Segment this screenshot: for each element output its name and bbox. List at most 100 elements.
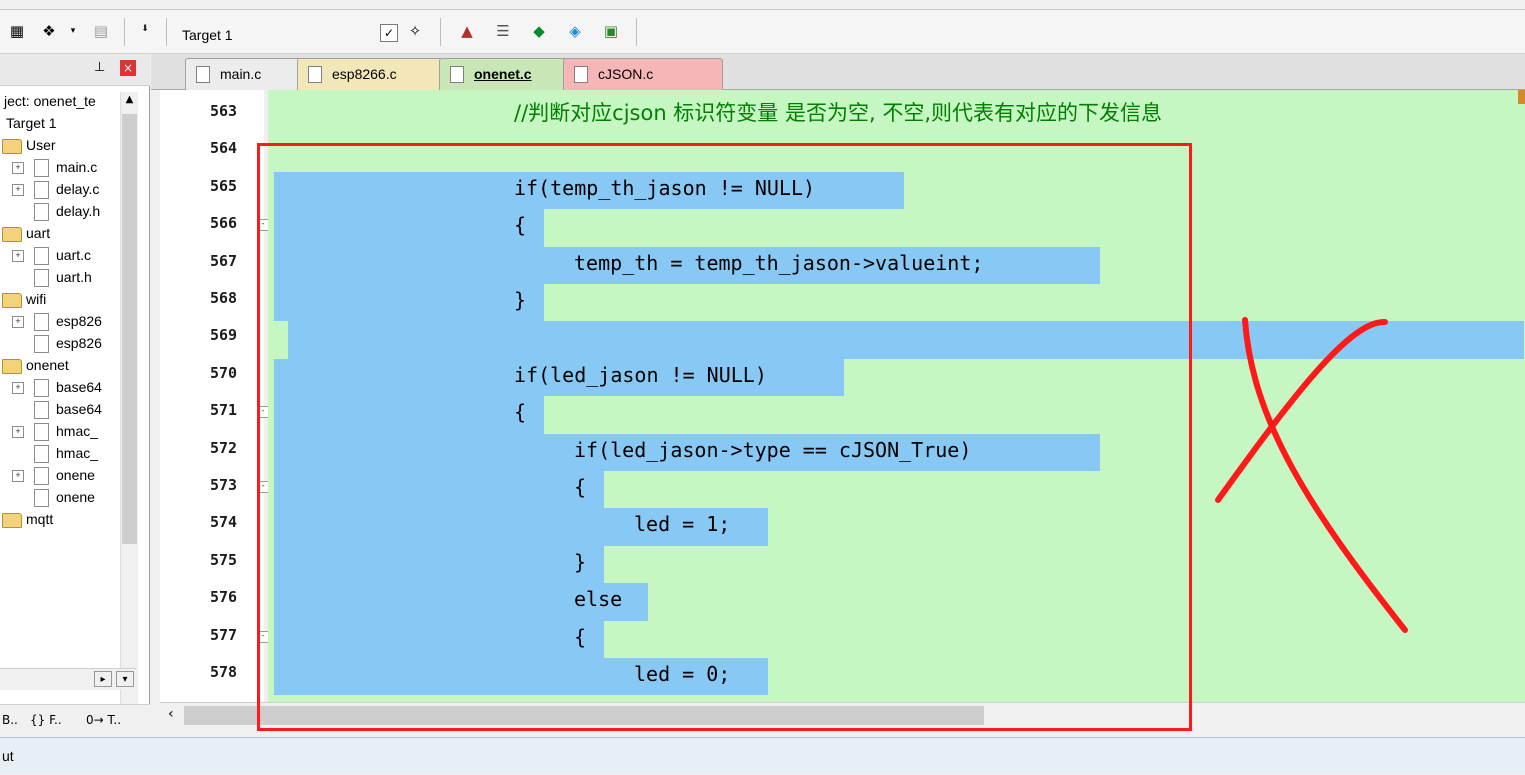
- line-number: 564: [210, 139, 238, 158]
- tree-item-label: delay.c: [56, 181, 100, 197]
- output-bar: ut: [0, 737, 1525, 774]
- file-icon: [34, 379, 49, 397]
- expand-icon[interactable]: +: [12, 382, 24, 394]
- tree-item-label: mqtt: [26, 511, 54, 527]
- editor-left-margin: [150, 90, 171, 702]
- books-icon[interactable]: ▣: [600, 20, 622, 42]
- components-icon[interactable]: ▲: [456, 20, 478, 42]
- line-number: 566: [210, 214, 238, 233]
- line-number: 576: [210, 588, 238, 607]
- line-number: 572: [210, 438, 238, 457]
- tab-label: esp8266.c: [332, 66, 397, 82]
- tree-item-label: main.c: [56, 159, 98, 175]
- file-icon: [574, 66, 588, 83]
- books-tab[interactable]: B..: [2, 713, 18, 727]
- toolbar-separator: [166, 18, 167, 46]
- editor-tab-bar: main.c esp8266.c onenet.c cJSON.c: [151, 54, 1525, 91]
- expand-icon[interactable]: +: [12, 250, 24, 262]
- scroll-down-icon[interactable]: ▾: [116, 671, 134, 687]
- tab-cjson-c[interactable]: cJSON.c: [563, 58, 723, 90]
- pack-icon[interactable]: ◈: [564, 20, 586, 42]
- file-icon: [34, 181, 49, 199]
- folder-icon: [2, 227, 22, 242]
- tree-item-label: wifi: [26, 291, 47, 307]
- tree-item-label: base64: [56, 379, 102, 395]
- tree-item-label: User: [26, 137, 56, 153]
- target-dropdown-icon[interactable]: ✓: [380, 24, 398, 42]
- scroll-up-icon[interactable]: ▲: [123, 94, 136, 108]
- file-icon: [34, 247, 49, 265]
- line-number: 565: [210, 176, 238, 195]
- templates-tab[interactable]: 0→ T..: [86, 713, 121, 727]
- expand-icon[interactable]: +: [12, 316, 24, 328]
- tree-item-label: base64: [56, 401, 102, 417]
- tree-item-label: esp826: [56, 335, 102, 351]
- file-icon: [34, 401, 49, 419]
- file-icon: [308, 66, 322, 83]
- file-icon: [34, 203, 49, 221]
- tree-item-label: hmac_: [56, 423, 99, 439]
- project-panel-header: ⊥ ×: [0, 54, 150, 86]
- build-icon[interactable]: ▦: [6, 20, 28, 42]
- expand-icon[interactable]: +: [12, 184, 24, 196]
- editor-marker: [1518, 90, 1525, 104]
- file-icon: [34, 269, 49, 287]
- tree-item-label: esp826: [56, 313, 102, 329]
- dropdown-arrow-icon[interactable]: ▾: [62, 20, 84, 42]
- tree-item-label: uart.c: [56, 247, 92, 263]
- toolbar-separator: [440, 18, 441, 46]
- file-icon: [196, 66, 210, 83]
- project-panel: ⊥ × ject: onenet_te Target 1 User + main.c + d…: [0, 54, 150, 736]
- folder-icon: [2, 513, 22, 528]
- expand-icon[interactable]: +: [12, 426, 24, 438]
- tab-label: cJSON.c: [598, 66, 654, 82]
- panel-bottom-tabs: B.. {} F.. 0→ T..: [0, 704, 150, 736]
- toolbar: ▦ ❖ ▾ ▤ ⬇ Target 1 ✓ ✧ ▲ ☰ ◆ ◈ ▣: [0, 10, 1525, 54]
- expand-icon[interactable]: +: [12, 470, 24, 482]
- tree-item-label: onene: [56, 489, 95, 505]
- pin-icon[interactable]: ⊥: [94, 60, 105, 75]
- line-number: 574: [210, 513, 238, 532]
- line-number: 575: [210, 550, 238, 569]
- diamond-icon[interactable]: ◆: [528, 20, 550, 42]
- annotation-red-cross: [1215, 317, 1408, 633]
- toolbar-separator: [636, 18, 637, 46]
- expand-icon[interactable]: +: [12, 162, 24, 174]
- menu-strip: [0, 0, 1525, 10]
- disabled-icon: ▤: [93, 22, 109, 40]
- project-tree: ject: onenet_te Target 1 User + main.c + delay…: [0, 88, 136, 710]
- file-icon: [34, 423, 49, 441]
- file-icon: [450, 66, 464, 83]
- target-select[interactable]: Target 1: [176, 22, 412, 48]
- line-number: 577: [210, 625, 238, 644]
- tree-item-label: Target 1: [6, 115, 57, 131]
- load-icon[interactable]: ⬇: [134, 18, 156, 40]
- file-icon: [34, 335, 49, 353]
- tree-item-label: ject: onenet_te: [4, 93, 96, 109]
- tree-item-label: onene: [56, 467, 95, 483]
- scroll-left-icon[interactable]: ‹: [168, 706, 174, 722]
- copy-icon[interactable]: ☰: [492, 20, 514, 42]
- options-icon[interactable]: ❖: [38, 20, 60, 42]
- file-icon: [34, 489, 49, 507]
- code-line: //判断对应cjson 标识符变量 是否为空, 不空,则代表有对应的下发信息: [514, 101, 1163, 125]
- file-icon: [34, 159, 49, 177]
- folder-icon: [2, 139, 22, 154]
- line-number: 563: [210, 102, 238, 120]
- line-number: 569: [210, 326, 238, 345]
- line-number: 570: [210, 363, 238, 382]
- magic-wand-icon[interactable]: ✧: [404, 20, 426, 42]
- tree-horizontal-scrollbar[interactable]: ▸ ▾: [0, 668, 136, 690]
- line-number: 568: [210, 289, 238, 307]
- functions-tab[interactable]: {} F..: [30, 713, 62, 727]
- scroll-thumb[interactable]: [122, 114, 137, 544]
- tree-vertical-scrollbar[interactable]: ▲: [120, 92, 138, 710]
- toolbar-separator: [124, 18, 125, 46]
- tree-item-label: uart: [26, 225, 51, 241]
- scroll-right-icon[interactable]: ▸: [94, 671, 112, 687]
- tree-item-label: onenet: [26, 357, 69, 373]
- line-number: 567: [210, 251, 238, 270]
- file-icon: [34, 467, 49, 485]
- line-number: 573: [210, 476, 238, 494]
- close-icon[interactable]: ×: [120, 60, 136, 76]
